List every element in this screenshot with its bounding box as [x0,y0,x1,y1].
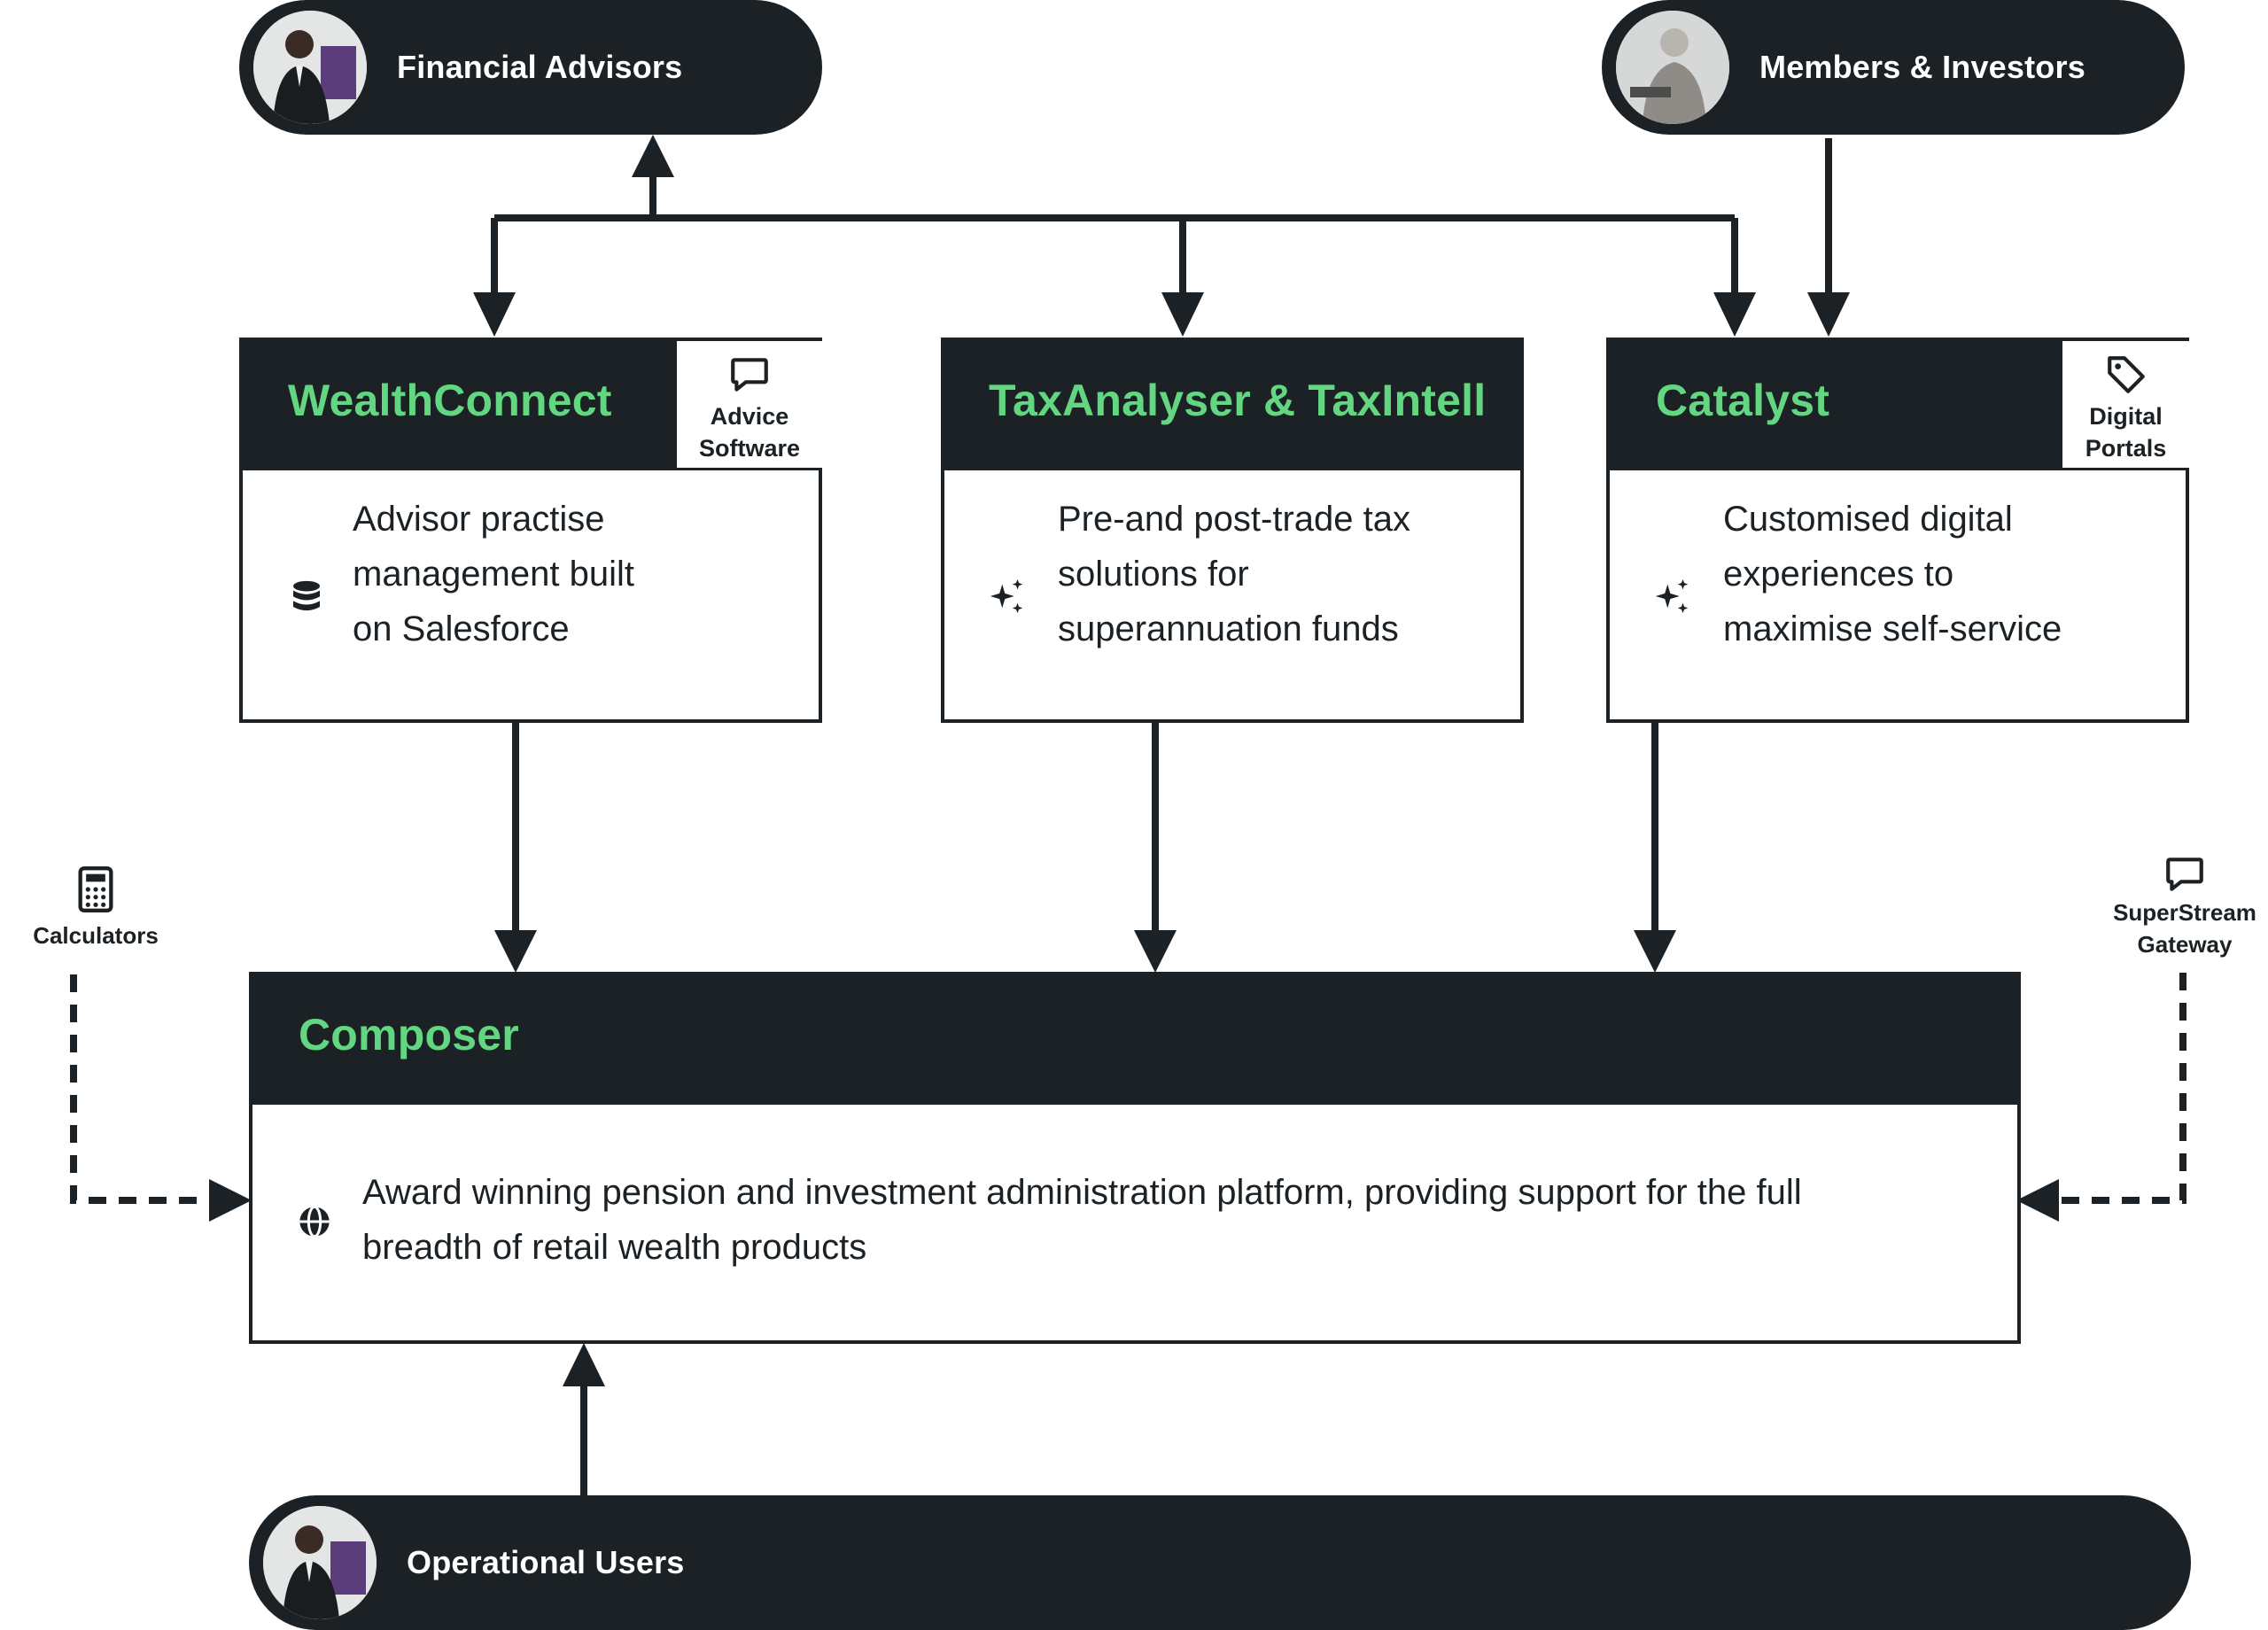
badge-line-1: Digital [2089,403,2163,430]
badge-line-2: Portals [2085,435,2167,462]
members-investors-label: Members & Investors [1759,49,2085,85]
desc-line: maximise self-service [1723,609,2062,648]
catalyst-header: Catalyst Digital Portals [1610,341,2189,470]
composer-card: Composer Award winning pension and inves… [249,972,2021,1344]
desc-line: Pre-and post-trade tax [1058,500,1410,539]
sparkles-icon [990,578,1023,614]
advice-software-badge: Advice Software [677,341,822,468]
sparkles-icon [1655,578,1689,614]
badge-line-1: Advice [710,403,789,430]
desc-line: Award winning pension and investment adm… [362,1173,1802,1212]
financial-advisors-label: Financial Advisors [397,49,683,85]
desc-line: breadth of retail wealth products [362,1228,867,1267]
arrow-down-composer-2 [1134,930,1177,973]
catalyst-card: Catalyst Digital Portals Customised digi… [1606,338,2189,723]
taxanalyser-header: TaxAnalyser & TaxIntell [944,341,1520,470]
wealthconnect-header: WealthConnect Advice Software [243,341,822,470]
operational-avatar [260,1502,380,1623]
database-icon [293,580,320,611]
catalyst-title: Catalyst [1656,376,1830,425]
composer-description: Award winning pension and investment adm… [362,1165,1802,1275]
desc-line: management built [353,555,634,594]
superstream-label-2: Gateway [2137,931,2233,958]
operational-users-pill: Operational Users [249,1495,2191,1630]
desc-line: Customised digital [1723,500,2013,539]
arrow-up-composer [563,1343,605,1386]
connector-lines [70,135,2186,1495]
taxanalyser-title: TaxAnalyser & TaxIntell [989,376,1487,425]
desc-line: on Salesforce [353,609,570,648]
arrow-left-composer [2016,1179,2059,1222]
digital-portals-badge: Digital Portals [2062,341,2189,468]
taxanalyser-card: TaxAnalyser & TaxIntell Pre-and post-tra… [941,338,1524,723]
badge-line-2: Software [698,435,801,462]
arrow-down-wealthconnect [473,292,516,337]
superstream-dashed-line [2055,973,2186,1204]
arrow-right-composer [209,1179,252,1222]
calculators-label: Calculators [33,922,159,949]
chat-bubble-icon [2166,858,2203,891]
desc-line: Advisor practise [353,500,605,539]
composer-header: Composer [252,975,2017,1105]
tag-icon [2107,356,2145,393]
operational-users-label: Operational Users [407,1544,685,1580]
arrow-down-composer-3 [1634,930,1676,973]
globe-icon [299,1205,330,1238]
arrow-up-advisors [632,135,674,177]
members-investors-pill: Members & Investors [1602,0,2185,135]
superstream-gateway-tool: SuperStream Gateway [2101,852,2268,969]
wealthconnect-title: WealthConnect [288,376,612,425]
arrow-down-composer-1 [494,930,537,973]
investor-avatar [1612,7,1733,128]
financial-advisors-pill: Financial Advisors [239,0,822,135]
calculator-icon [78,866,113,912]
wealthconnect-description: Advisor practise management built on Sal… [353,492,634,656]
arrow-down-catalyst-1 [1713,292,1756,337]
calculators-dashed-line [70,974,211,1204]
arrow-down-taxanalyser [1161,292,1204,337]
architecture-diagram: Financial Advisors Members & Investors W… [0,0,2268,1630]
taxanalyser-description: Pre-and post-trade tax solutions for sup… [1058,492,1410,656]
calculators-tool: Calculators [16,866,175,966]
wealthconnect-card: WealthConnect Advice Software Advisor pr… [239,338,822,723]
desc-line: experiences to [1723,555,1954,594]
desc-line: solutions for [1058,555,1249,594]
chat-bubble-icon [731,358,768,392]
superstream-label-1: SuperStream [2113,899,2256,926]
composer-title: Composer [299,1010,519,1060]
arrow-down-catalyst-2 [1807,292,1850,337]
desc-line: superannuation funds [1058,609,1399,648]
advisor-avatar [250,7,370,128]
catalyst-description: Customised digital experiences to maximi… [1723,492,2062,656]
